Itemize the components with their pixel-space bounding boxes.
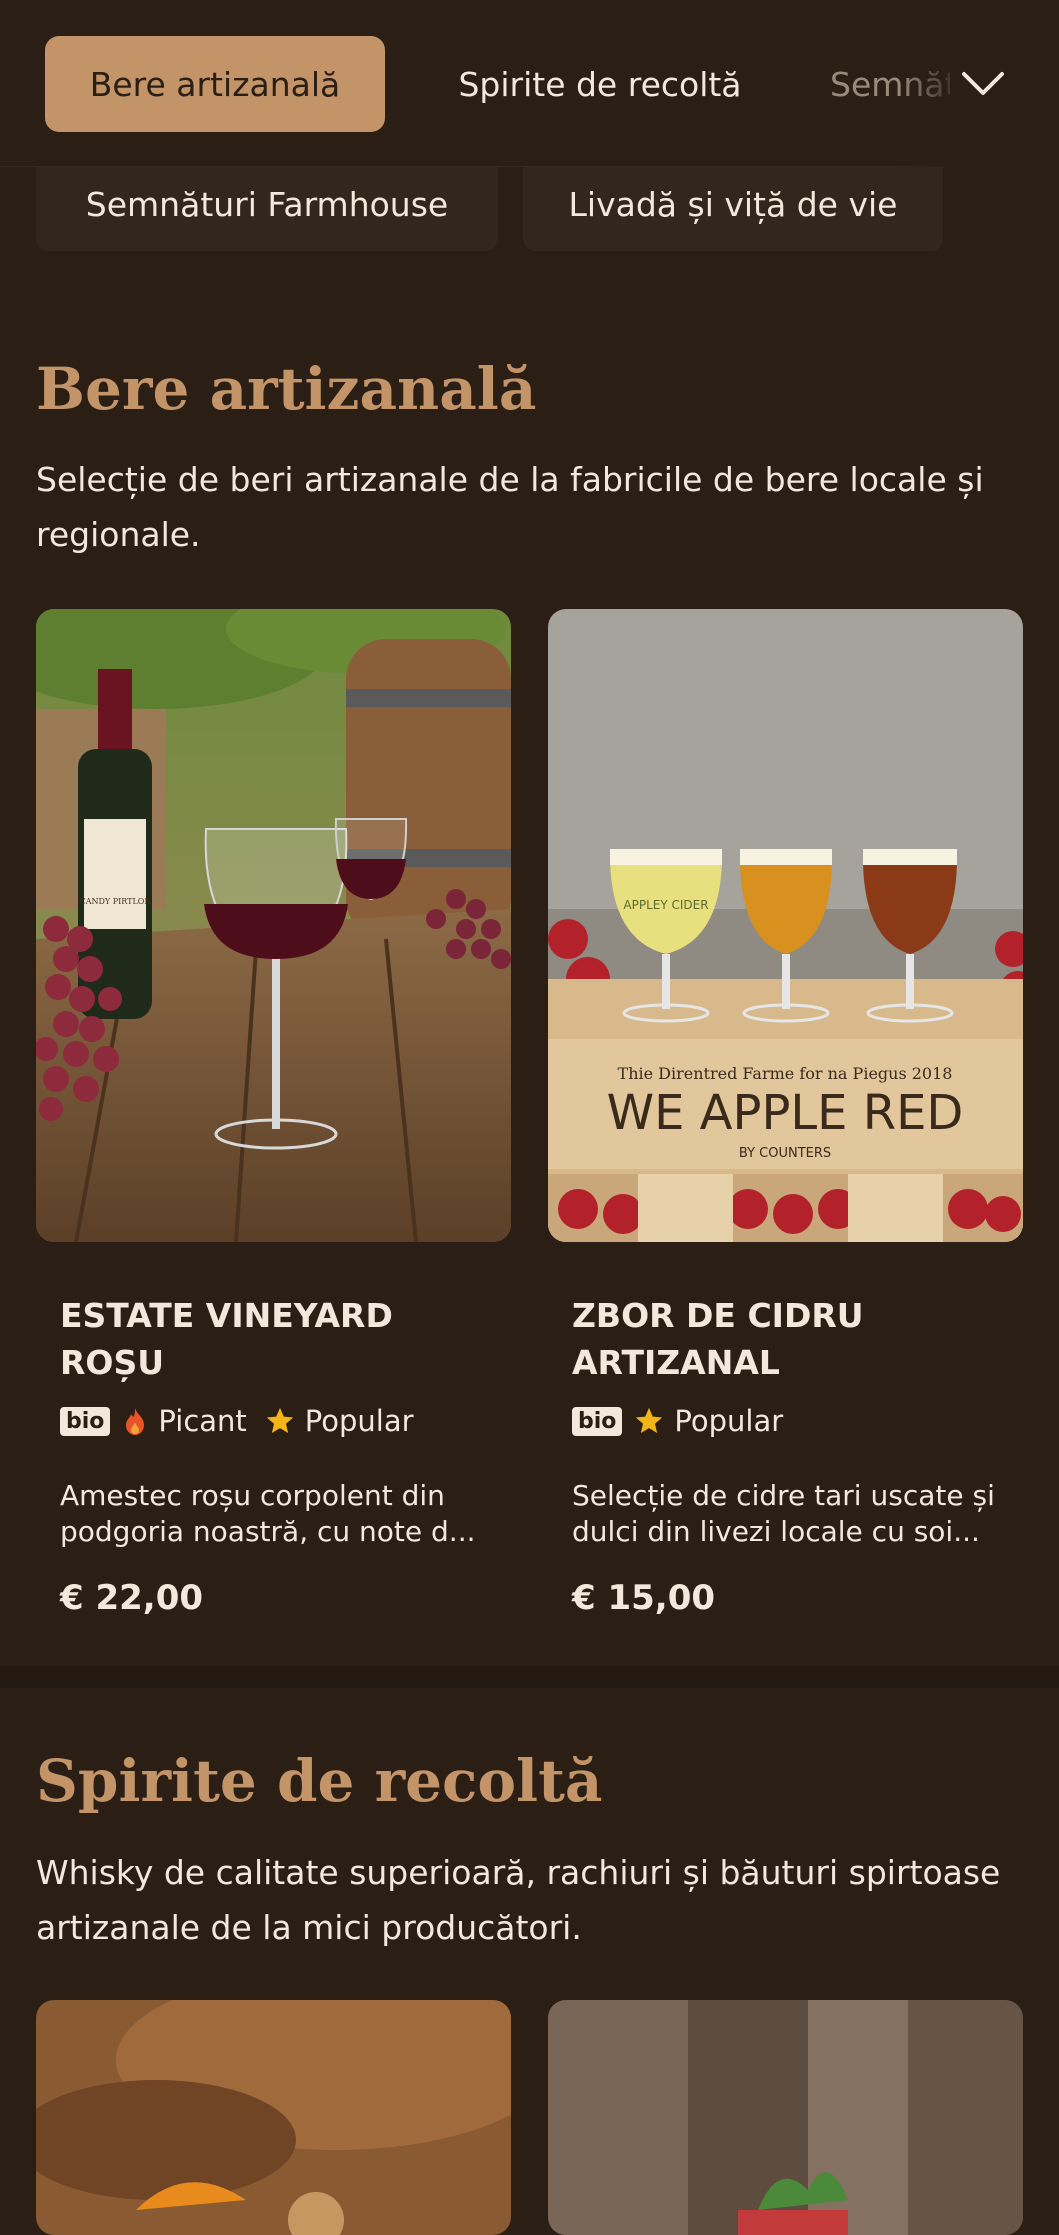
product-image-spirit-1[interactable]: [36, 2000, 511, 2235]
product-description: Amestec roșu corpolent din podgoria noas…: [60, 1479, 476, 1548]
tab-bere-artizanala[interactable]: Bere artizanală: [45, 36, 385, 132]
product-name: Zbor de cidru artizanal: [572, 1296, 864, 1382]
crate-text-line1: Thie Direntred Farme for na Piegus 2018: [618, 1064, 953, 1083]
product-card-spirit-2[interactable]: [548, 2000, 1023, 2235]
glass-label: APPLEY CIDER: [623, 898, 708, 912]
section-title: Bere artizanală: [36, 355, 537, 423]
pill-semnaturi-farmhouse[interactable]: Semnături Farmhouse: [36, 157, 498, 251]
section-description: Whisky de calitate superioară, rachiuri …: [36, 1853, 1001, 1947]
bio-badge: bio: [60, 1406, 111, 1436]
section-title: Spirite de recoltă: [36, 1747, 603, 1815]
crate-text-line2: WE APPLE RED: [607, 1085, 964, 1141]
tag-spicy: Picant: [122, 1404, 247, 1438]
pill-livada-si-vita-de-vie[interactable]: Livadă și viță de vie: [523, 157, 943, 251]
tag-popular: Popular: [634, 1404, 783, 1438]
section-description: Selecție de beri artizanale de la fabric…: [36, 460, 984, 554]
product-tags: bio Popular: [572, 1404, 999, 1438]
chevron-down-icon[interactable]: [955, 56, 1011, 112]
flame-icon: [126, 1408, 145, 1435]
product-card-spirit-1[interactable]: [36, 2000, 511, 2235]
wine-label-text: CANDY PIRTLOR: [80, 897, 152, 906]
tab-spirite-de-recolta[interactable]: Spirite de recoltă: [440, 36, 760, 132]
star-icon: [636, 1407, 663, 1433]
section-divider: [0, 1666, 1059, 1688]
tag-popular: Popular: [265, 1404, 414, 1438]
product-image-red-wine[interactable]: CANDY PIRTLOR: [36, 609, 511, 1242]
product-description: Selecție de cidre tari uscate și dulci d…: [572, 1479, 995, 1548]
product-price: € 15,00: [572, 1578, 716, 1618]
star-icon: [266, 1407, 293, 1433]
product-image-spirit-2[interactable]: [548, 2000, 1023, 2235]
product-tags: bio Picant Popular: [60, 1404, 487, 1438]
crate-text-line3: BY COUNTERS: [739, 1146, 831, 1161]
bio-badge: bio: [572, 1406, 623, 1436]
product-price: € 22,00: [60, 1578, 204, 1618]
product-card-estate-vineyard[interactable]: CANDY PIRTLOR Estate V: [36, 609, 511, 1618]
product-name: Estate Vineyard Roșu: [60, 1296, 393, 1382]
category-tabbar: Bere artizanală Spirite de recoltă Semnă…: [0, 0, 1059, 167]
product-image-cider-flight[interactable]: Thie Direntred Farme for na Piegus 2018 …: [548, 609, 1023, 1242]
product-card-cider-flight[interactable]: Thie Direntred Farme for na Piegus 2018 …: [548, 609, 1023, 1618]
